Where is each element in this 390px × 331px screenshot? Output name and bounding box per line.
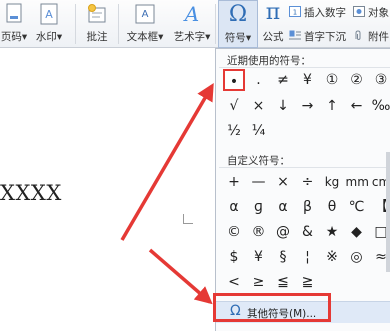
arrow-to-recent-symbol: [120, 82, 214, 241]
annotation-arrows: [120, 82, 214, 305]
arrow-to-more-symbols: [148, 248, 213, 305]
